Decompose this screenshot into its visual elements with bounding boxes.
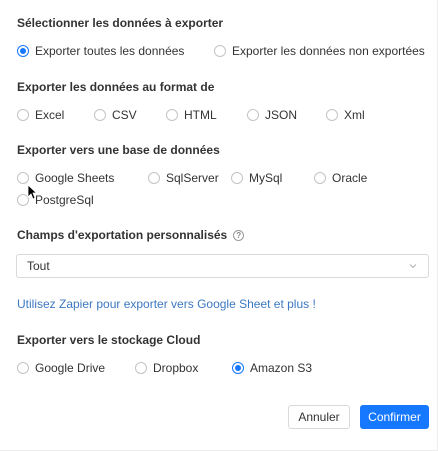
radio-indicator [166,109,178,121]
radio-label: Exporter les données non exportées [232,44,425,58]
radio-format-json[interactable]: JSON [247,108,297,122]
radio-export-all[interactable]: Exporter toutes les données [17,44,184,58]
database-title: Exporter vers une base de données [17,143,220,157]
custom-fields-heading: Champs d'exportation personnalisés ? [17,228,245,242]
radio-label: HTML [184,108,217,122]
radio-db-mysql[interactable]: MySql [231,171,282,185]
radio-indicator [214,45,226,57]
format-title: Exporter les données au format de [17,80,215,94]
radio-db-postgresql[interactable]: PostgreSql [17,193,94,207]
radio-label: Oracle [332,171,368,185]
radio-indicator [17,172,29,184]
radio-cloud-google-drive[interactable]: Google Drive [17,361,105,375]
chevron-down-icon [409,264,417,269]
cloud-title: Exporter vers le stockage Cloud [17,333,201,347]
radio-db-google-sheets[interactable]: Google Sheets [17,171,114,185]
radio-format-excel[interactable]: Excel [17,108,64,122]
radio-indicator [314,172,326,184]
radio-label: JSON [265,108,298,122]
radio-cloud-amazon-s3[interactable]: Amazon S3 [232,361,312,375]
radio-label: PostgreSql [35,193,94,207]
radio-indicator [148,172,160,184]
radio-indicator [247,109,259,121]
confirm-button[interactable]: Confirmer [360,405,429,429]
zapier-link[interactable]: Utilisez Zapier pour exporter vers Googl… [17,297,316,311]
radio-label: CSV [112,108,137,122]
custom-fields-select[interactable]: Tout [16,254,429,278]
radio-indicator [231,172,243,184]
export-dialog: Sélectionner les données à exporter Expo… [0,0,438,451]
radio-indicator [232,362,244,374]
radio-label: Google Sheets [35,171,115,185]
radio-indicator [326,109,338,121]
radio-label: Exporter toutes les données [35,44,185,58]
radio-label: Excel [35,108,65,122]
radio-format-html[interactable]: HTML [166,108,217,122]
radio-format-xml[interactable]: Xml [326,108,365,122]
radio-label: SqlServer [166,171,219,185]
radio-indicator [135,362,147,374]
radio-indicator [17,194,29,206]
custom-fields-title: Champs d'exportation personnalisés [17,228,228,242]
radio-label: MySql [249,171,283,185]
radio-indicator [17,45,29,57]
radio-label: Xml [344,108,365,122]
radio-indicator [17,109,29,121]
radio-export-unexported[interactable]: Exporter les données non exportées [214,44,425,58]
radio-indicator [17,362,29,374]
cancel-button[interactable]: Annuler [288,405,350,429]
radio-indicator [94,109,106,121]
radio-label: Google Drive [35,361,106,375]
radio-label: Amazon S3 [250,361,313,375]
radio-db-oracle[interactable]: Oracle [314,171,367,185]
radio-db-sqlserver[interactable]: SqlServer [148,171,219,185]
export-data-title: Sélectionner les données à exporter [17,16,224,30]
select-value: Tout [27,259,50,273]
radio-cloud-dropbox[interactable]: Dropbox [135,361,198,375]
radio-format-csv[interactable]: CSV [94,108,137,122]
help-icon[interactable]: ? [233,229,245,241]
radio-label: Dropbox [153,361,199,375]
